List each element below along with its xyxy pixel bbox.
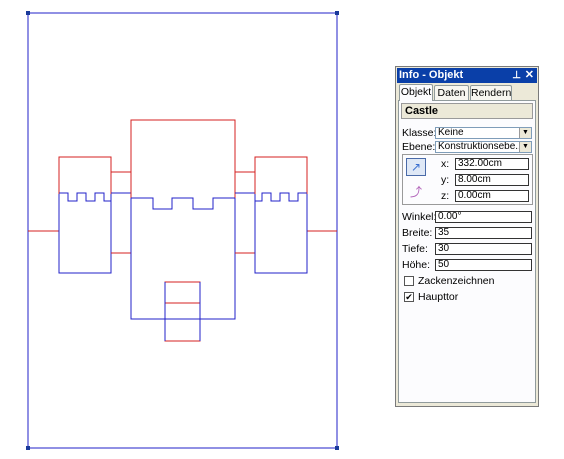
- chevron-down-icon: ▼: [519, 142, 531, 152]
- bounding-box: [27, 12, 338, 449]
- selection-handle-bl[interactable]: [26, 446, 30, 450]
- gate-bottom: [164, 302, 201, 342]
- y-label: y:: [441, 174, 450, 186]
- object-name: Castle: [401, 103, 533, 119]
- info-palette: Info - Objekt ⊥ ✕ Objekt Daten Rendern C…: [395, 66, 539, 407]
- palette-title: Info - Objekt: [399, 69, 464, 81]
- hoehe-label: Höhe:: [402, 259, 431, 271]
- z-label: z:: [441, 190, 450, 202]
- selection-handle-tr[interactable]: [335, 11, 339, 15]
- tiefe-label: Tiefe:: [402, 243, 428, 255]
- tiefe-field[interactable]: 30: [435, 243, 532, 255]
- keep-bottom: [130, 198, 236, 320]
- tab-objekt[interactable]: Objekt: [399, 84, 433, 101]
- left-tower-battlement: [59, 192, 111, 202]
- breite-field[interactable]: 35: [435, 227, 532, 239]
- haupttor-label[interactable]: Haupttor: [418, 291, 458, 303]
- breite-label: Breite:: [402, 227, 433, 239]
- klasse-label: Klasse:: [402, 127, 437, 139]
- palette-body: Castle Klasse: Keine ▼ Ebene: Konstrukti…: [398, 100, 536, 403]
- palette-title-bar[interactable]: Info - Objekt ⊥ ✕: [397, 68, 537, 83]
- x-label: x:: [441, 158, 450, 170]
- keep-battlement: [131, 197, 235, 210]
- move-mode-icon[interactable]: ↗: [406, 158, 426, 176]
- x-field[interactable]: 332.00cm: [455, 158, 529, 170]
- tab-rendern[interactable]: Rendern: [470, 85, 512, 100]
- tab-objekt-label: Objekt: [400, 86, 432, 98]
- close-icon[interactable]: ✕: [525, 68, 534, 83]
- tab-rendern-label: Rendern: [471, 87, 512, 99]
- y-field[interactable]: 8.00cm: [455, 174, 529, 186]
- chevron-down-icon: ▼: [519, 128, 531, 138]
- hoehe-field[interactable]: 50: [435, 259, 532, 271]
- winkel-label: Winkel:: [402, 211, 437, 223]
- left-tower-bottom: [58, 194, 112, 274]
- z-field[interactable]: 0.00cm: [455, 190, 529, 202]
- gate-top: [164, 281, 201, 304]
- tab-daten[interactable]: Daten: [434, 85, 469, 100]
- ebene-label: Ebene:: [402, 141, 436, 153]
- right-tower-bottom: [254, 194, 308, 274]
- right-tower-battlement: [255, 192, 307, 202]
- left-tower-top: [58, 156, 112, 194]
- rotate-mode-icon[interactable]: ⤴: [410, 183, 422, 200]
- selection-handle-br[interactable]: [335, 446, 339, 450]
- zacken-checkbox[interactable]: [404, 276, 414, 286]
- klasse-select[interactable]: Keine ▼: [435, 127, 532, 139]
- zacken-label[interactable]: Zackenzeichnen: [418, 275, 494, 287]
- checkmark-icon: ✔: [405, 292, 413, 302]
- pin-icon[interactable]: ⊥: [512, 68, 521, 83]
- selection-handle-tl[interactable]: [26, 11, 30, 15]
- tab-daten-label: Daten: [437, 87, 466, 99]
- coordinate-group: ↗ ⤴ x: 332.00cm y: 8.00cm z: 0.00cm: [402, 154, 533, 205]
- right-tower-top: [254, 156, 308, 194]
- haupttor-checkbox[interactable]: ✔: [404, 292, 414, 302]
- keep-top: [130, 119, 236, 198]
- winkel-field[interactable]: 0.00°: [435, 211, 532, 223]
- ebene-select[interactable]: Konstruktionsebe... ▼: [435, 141, 532, 153]
- klasse-value: Keine: [438, 127, 464, 138]
- castle-drawing: [28, 119, 337, 342]
- ebene-value: Konstruktionsebe...: [438, 141, 524, 152]
